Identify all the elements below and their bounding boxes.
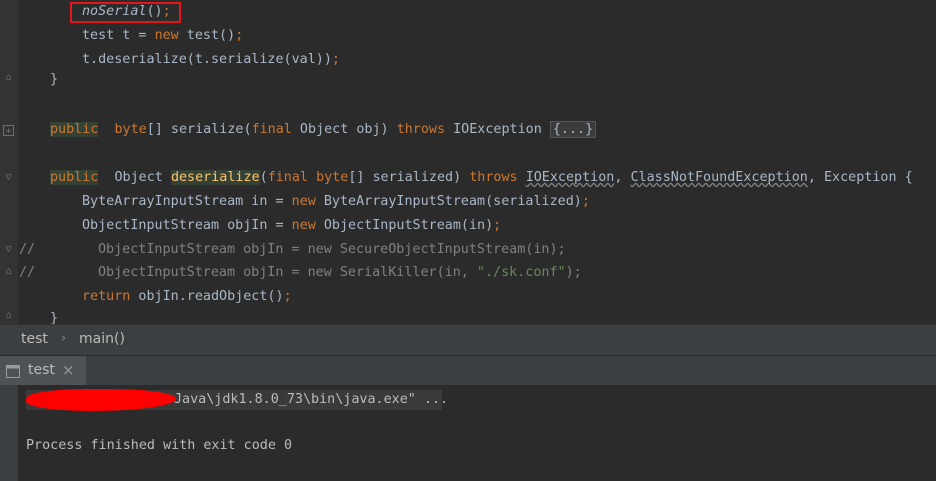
code-line-3[interactable]: t.deserialize(t.serialize(val)); — [82, 49, 340, 71]
console-icon — [6, 365, 20, 378]
breadcrumb-method[interactable]: main() — [79, 331, 125, 347]
comment-prefix: // — [19, 242, 36, 257]
code-line-commented-1[interactable]: ObjectInputStream objIn = new SecureObje… — [98, 239, 566, 261]
code-line-return[interactable]: return objIn.readObject(); — [82, 286, 292, 308]
console-toolbar — [0, 385, 18, 481]
breadcrumb: test › main() — [0, 324, 936, 356]
run-toolbar: test × — [0, 355, 936, 386]
code-line-1[interactable]: noSerial(); — [82, 1, 171, 23]
fold-expand-icon[interactable]: + — [3, 125, 14, 137]
fold-end-icon[interactable]: ⌂ — [3, 72, 14, 83]
code-line-bais[interactable]: ByteArrayInputStream in = new ByteArrayI… — [82, 191, 590, 213]
console-command[interactable]: Java\jdk1.8.0_73\bin\java.exe" ... — [174, 392, 448, 407]
chevron-right-icon: › — [61, 331, 67, 346]
fold-end-icon[interactable]: ▽ — [3, 244, 14, 255]
code-line-commented-2[interactable]: ObjectInputStream objIn = new SerialKill… — [98, 262, 582, 284]
fold-end-icon[interactable]: ⌂ — [3, 310, 14, 321]
fold-collapse-icon[interactable]: ▽ — [3, 172, 14, 183]
code-line-close[interactable]: } — [50, 308, 58, 324]
code-line-ois[interactable]: ObjectInputStream objIn = new ObjectInpu… — [82, 215, 501, 237]
code-editor[interactable]: ⌂ + ▽ ▽ ⌂ ⌂ noSerial(); test t = new tes… — [0, 0, 936, 324]
breadcrumb-class[interactable]: test — [21, 331, 48, 347]
console-output[interactable]: Java\jdk1.8.0_73\bin\java.exe" ... Proce… — [0, 385, 936, 481]
comment-prefix: // — [19, 265, 36, 280]
close-icon[interactable]: × — [62, 361, 75, 379]
code-line-4[interactable]: } — [50, 69, 58, 91]
console-exit-message[interactable]: Process finished with exit code 0 — [26, 438, 292, 453]
fold-end-icon[interactable]: ⌂ — [3, 266, 14, 277]
run-tab[interactable]: test × — [0, 356, 86, 386]
code-line-2[interactable]: test t = new test(); — [82, 25, 243, 47]
code-line-deserialize[interactable]: public Object deserialize(final byte[] s… — [50, 167, 913, 189]
run-tab-label: test — [28, 362, 55, 378]
code-line-serialize[interactable]: public byte[] serialize(final Object obj… — [50, 119, 597, 141]
folded-code[interactable]: {...} — [549, 121, 597, 138]
